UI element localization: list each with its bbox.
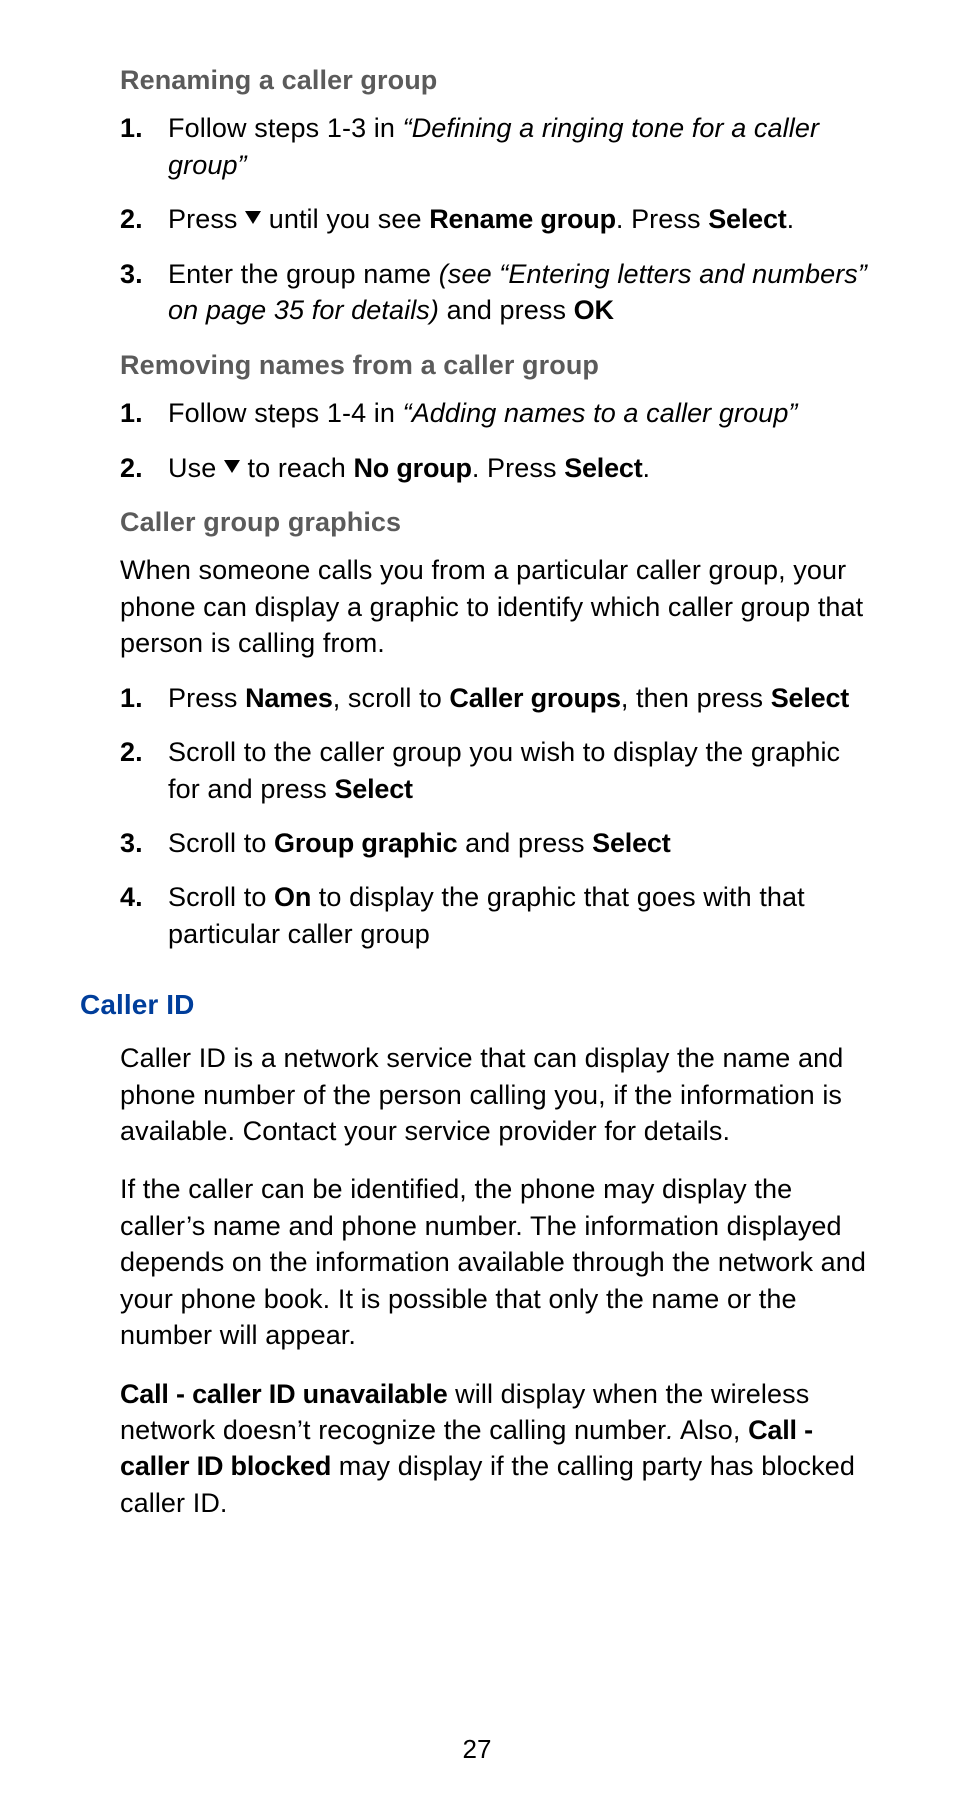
step-text: and press xyxy=(439,295,574,325)
heading-renaming-caller-group: Renaming a caller group xyxy=(120,62,874,98)
step-item: 3. Scroll to Group graphic and press Sel… xyxy=(120,825,874,861)
step-text: Use xyxy=(168,453,224,483)
heading-removing-names: Removing names from a caller group xyxy=(120,347,874,383)
ui-label: Caller groups xyxy=(449,683,620,713)
paragraph: Caller ID is a network service that can … xyxy=(120,1040,874,1149)
steps-renaming: 1. Follow steps 1-3 in “Defining a ringi… xyxy=(120,110,874,328)
ui-label: OK xyxy=(574,295,614,325)
step-number: 2. xyxy=(120,450,143,486)
step-item: 3. Enter the group name (see “Entering l… xyxy=(120,256,874,329)
step-item: 1. Press Names, scroll to Caller groups,… xyxy=(120,680,874,716)
step-item: 2. Press until you see Rename group. Pre… xyxy=(120,201,874,237)
ui-label: Select xyxy=(335,774,413,804)
ui-label: No group xyxy=(353,453,471,483)
step-number: 1. xyxy=(120,680,143,716)
ui-label: Rename group xyxy=(429,204,616,234)
step-item: 1. Follow steps 1-3 in “Defining a ringi… xyxy=(120,110,874,183)
step-number: 1. xyxy=(120,110,143,146)
ui-label: Select xyxy=(708,204,786,234)
step-text: and press xyxy=(457,828,592,858)
ui-label: Call - caller ID unavailable xyxy=(120,1379,448,1409)
heading-caller-group-graphics: Caller group graphics xyxy=(120,504,874,540)
step-item: 2. Scroll to the caller group you wish t… xyxy=(120,734,874,807)
step-number: 3. xyxy=(120,256,143,292)
step-text: Follow steps 1-3 in xyxy=(168,113,403,143)
step-number: 4. xyxy=(120,879,143,915)
paragraph: Call - caller ID unavailable will displa… xyxy=(120,1376,874,1522)
step-number: 3. xyxy=(120,825,143,861)
step-number: 1. xyxy=(120,395,143,431)
steps-graphics: 1. Press Names, scroll to Caller groups,… xyxy=(120,680,874,953)
step-text: Press xyxy=(168,683,245,713)
step-text: Scroll to the caller group you wish to d… xyxy=(168,737,840,803)
step-text: , scroll to xyxy=(333,683,450,713)
paragraph: When someone calls you from a particular… xyxy=(120,552,874,661)
step-text: to reach xyxy=(240,453,354,483)
down-triangle-icon xyxy=(245,211,261,224)
step-text: . Press xyxy=(616,204,708,234)
down-triangle-icon xyxy=(224,460,240,473)
step-item: 2. Use to reach No group. Press Select. xyxy=(120,450,874,486)
ui-label: Names xyxy=(245,683,333,713)
heading-caller-id: Caller ID xyxy=(80,986,874,1024)
page-number: 27 xyxy=(0,1732,954,1767)
step-text: , then press xyxy=(621,683,771,713)
ui-label: On xyxy=(274,882,311,912)
paragraph-text: . xyxy=(666,1415,674,1445)
step-text: . Press xyxy=(472,453,564,483)
step-text: Scroll to xyxy=(168,882,274,912)
paragraph: If the caller can be identified, the pho… xyxy=(120,1171,874,1353)
steps-removing: 1. Follow steps 1-4 in “Adding names to … xyxy=(120,395,874,486)
step-text: Enter the group name xyxy=(168,259,439,289)
ui-label: Select xyxy=(564,453,642,483)
ui-label: Select xyxy=(592,828,670,858)
paragraph-text: Also, xyxy=(674,1415,748,1445)
step-item: 1. Follow steps 1-4 in “Adding names to … xyxy=(120,395,874,431)
step-number: 2. xyxy=(120,734,143,770)
step-item: 4. Scroll to On to display the graphic t… xyxy=(120,879,874,952)
step-text: until you see xyxy=(261,204,429,234)
manual-page: Renaming a caller group 1. Follow steps … xyxy=(0,0,954,1803)
step-text: Press xyxy=(168,204,245,234)
step-text: Scroll to xyxy=(168,828,274,858)
step-text-italic: “Adding names to a caller group” xyxy=(403,398,798,428)
step-text: Follow steps 1-4 in xyxy=(168,398,403,428)
step-number: 2. xyxy=(120,201,143,237)
ui-label: Select xyxy=(771,683,849,713)
ui-label: Group graphic xyxy=(274,828,457,858)
step-text: . xyxy=(787,204,795,234)
step-text: . xyxy=(643,453,651,483)
